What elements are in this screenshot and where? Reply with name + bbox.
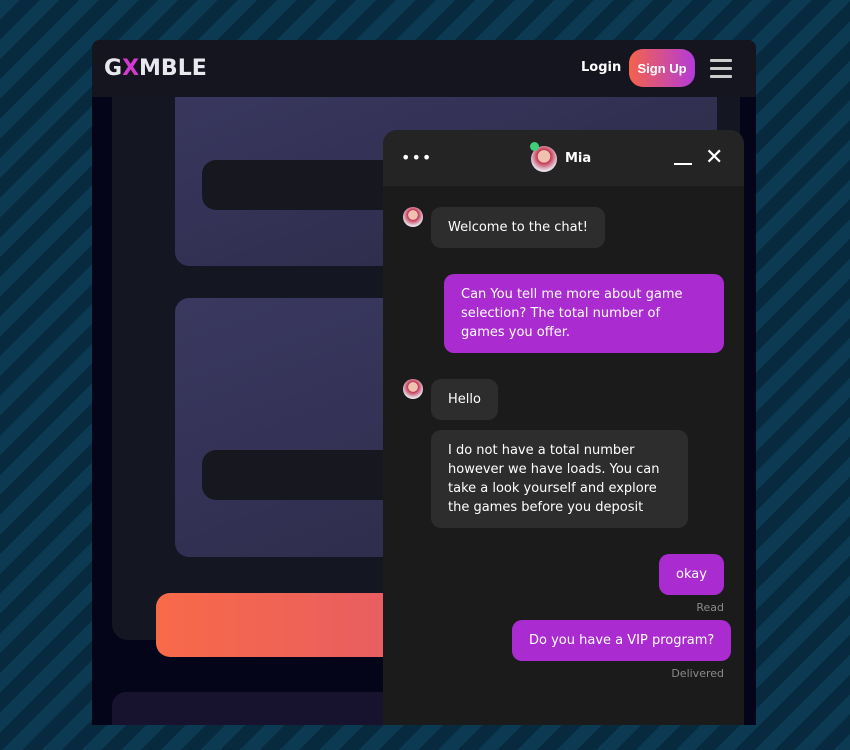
- avatar: [403, 379, 423, 399]
- login-link[interactable]: Login: [581, 60, 621, 75]
- top-nav: GXMBLE Login Sign Up: [92, 40, 756, 97]
- chat-header: ••• Mia ✕: [383, 130, 744, 186]
- chat-message: Do you have a VIP program?: [512, 620, 732, 661]
- hamburger-icon[interactable]: [710, 59, 732, 79]
- chat-message: Hello: [431, 379, 498, 420]
- signup-button[interactable]: Sign Up: [629, 49, 695, 87]
- chat-window: ••• Mia ✕ Welcome to the chat! Can You t…: [383, 130, 744, 725]
- chat-message: Can You tell me more about game selectio…: [444, 274, 724, 353]
- more-options-icon[interactable]: •••: [401, 148, 432, 167]
- message-status: Read: [696, 601, 724, 614]
- online-indicator: [530, 142, 539, 151]
- minimize-icon[interactable]: [674, 163, 692, 165]
- logo[interactable]: GXMBLE: [104, 56, 207, 81]
- avatar: [403, 207, 423, 227]
- chat-message: I do not have a total number however we …: [431, 430, 688, 528]
- close-icon[interactable]: ✕: [705, 146, 723, 168]
- chat-message: okay: [659, 554, 724, 595]
- message-status: Delivered: [671, 667, 724, 680]
- chat-message: Welcome to the chat!: [431, 207, 605, 248]
- agent-name: Mia: [565, 151, 592, 166]
